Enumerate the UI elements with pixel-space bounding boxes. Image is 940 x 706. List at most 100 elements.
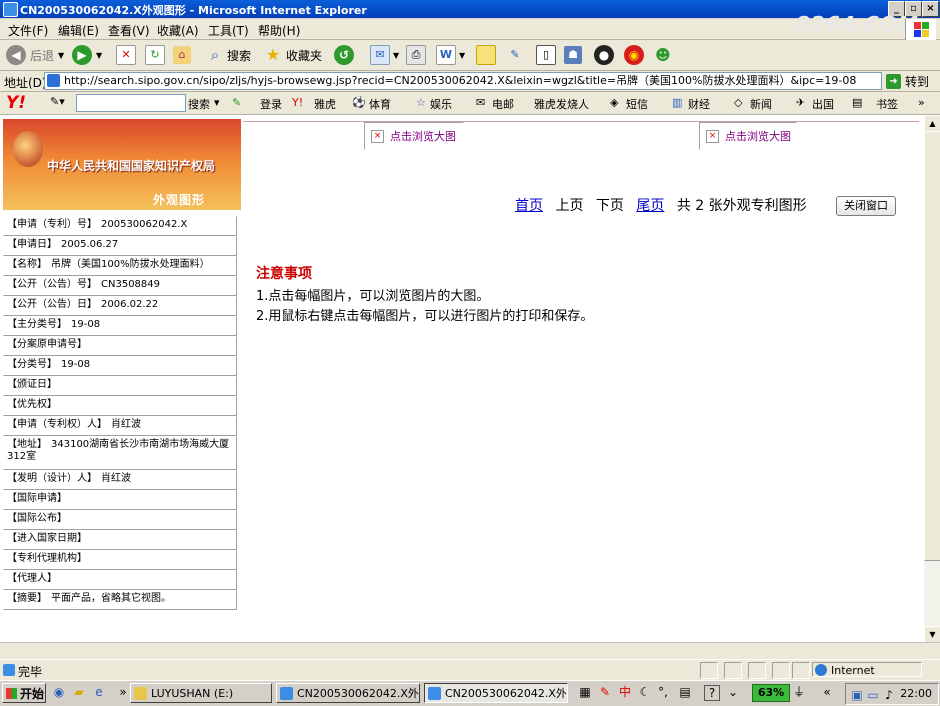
- close-button[interactable]: ×: [922, 1, 939, 17]
- monitor-icon[interactable]: ▭: [866, 688, 880, 702]
- start-button[interactable]: 开始: [2, 683, 46, 703]
- detail-row: 【优先权】: [3, 396, 237, 416]
- menu-view[interactable]: 查看(V): [108, 22, 150, 39]
- punct-icon[interactable]: °,: [656, 685, 670, 699]
- history-button[interactable]: ↺: [334, 44, 354, 66]
- address-label: 地址(D): [4, 76, 47, 90]
- news-icon: ◇: [734, 96, 743, 109]
- yahoo-search-button[interactable]: 搜索: [188, 96, 210, 112]
- yahoo-item-bookmarks[interactable]: 书签: [876, 96, 898, 112]
- yahoo-logo[interactable]: Y!: [6, 93, 26, 113]
- back-button[interactable]: ◀ 后退 ▼: [6, 44, 64, 66]
- help-icon[interactable]: ?: [704, 685, 720, 701]
- image-link-2[interactable]: × 点击浏览大图: [699, 122, 797, 150]
- qq-button[interactable]: ●: [594, 44, 614, 66]
- pager-prev: 上页: [555, 198, 584, 214]
- network-icon[interactable]: ▣: [850, 688, 864, 702]
- image-link-2-label: 点击浏览大图: [725, 130, 791, 143]
- detail-key: 【国际申请】: [7, 493, 67, 504]
- edit-button[interactable]: W ▼: [436, 44, 465, 66]
- highlight-icon[interactable]: ✎: [232, 96, 241, 109]
- sipo-banner: 中华人民共和国国家知识产权局 外观图形: [3, 119, 241, 210]
- overflow-chevron-icon[interactable]: »: [918, 96, 925, 109]
- detail-key: 【名称】: [7, 259, 47, 270]
- mobile-button[interactable]: ▯: [536, 44, 556, 66]
- bookmark-icon: ▤: [852, 96, 863, 109]
- quicklaunch-ie-icon[interactable]: ◉: [52, 685, 66, 699]
- task-ie-1[interactable]: CN200530062042.X外...: [276, 683, 420, 703]
- horizontal-scrollbar[interactable]: [0, 642, 940, 659]
- power-plug-icon[interactable]: ⏚: [792, 685, 806, 699]
- scroll-thumb[interactable]: [924, 131, 940, 561]
- image-link-1[interactable]: × 点击浏览大图: [364, 122, 464, 150]
- softkeyboard-icon[interactable]: ▤: [678, 685, 692, 699]
- yahoo-item-entertainment[interactable]: 娱乐: [430, 96, 452, 112]
- yahoo-item-sports[interactable]: 体育: [369, 96, 391, 112]
- go-label: 转到: [905, 75, 930, 89]
- detail-value: 平面产品，省略其它视图。: [51, 593, 171, 604]
- address-input[interactable]: http://search.sipo.gov.cn/sipo/zljs/hyjs…: [44, 72, 882, 90]
- yahoo-item-finance[interactable]: 财经: [688, 96, 710, 112]
- mail-button[interactable]: ✉ ▼: [370, 44, 399, 66]
- scroll-up-arrow-icon[interactable]: ▲: [924, 115, 940, 132]
- printer-icon: ⎙: [406, 45, 426, 65]
- forward-button[interactable]: ▶ ▼: [72, 44, 102, 66]
- go-button[interactable]: ➜ 转到: [886, 73, 929, 90]
- ime-icon[interactable]: ✎: [598, 685, 612, 699]
- yahoo-item-sms[interactable]: 短信: [626, 96, 648, 112]
- menu-icon[interactable]: ⌄: [726, 685, 740, 699]
- chevron-down-icon: ▼: [459, 50, 466, 60]
- messenger-button[interactable]: ☗: [564, 44, 582, 66]
- app-red-button[interactable]: ◉: [624, 44, 644, 66]
- quicklaunch-ie2-icon[interactable]: e: [92, 685, 106, 699]
- favorites-button[interactable]: ★ 收藏夹: [264, 44, 322, 66]
- task-ie-2[interactable]: CN200530062042.X外...: [424, 683, 568, 703]
- pager-first[interactable]: 首页: [515, 198, 543, 214]
- yahoo-item-mail[interactable]: 电邮: [492, 96, 514, 112]
- vertical-scrollbar[interactable]: ▲ ▼: [924, 115, 940, 643]
- tray-collapse-icon[interactable]: «: [820, 685, 834, 699]
- menu-help[interactable]: 帮助(H): [258, 22, 300, 39]
- yahoo-item-news[interactable]: 新闻: [750, 96, 772, 112]
- folder-icon: [134, 687, 147, 700]
- task-explorer[interactable]: LUYUSHAN (E:): [130, 683, 272, 703]
- detail-row: 【发明（设计）人】 肖红波: [3, 470, 237, 490]
- detail-value: 肖红波: [111, 419, 141, 430]
- scroll-down-arrow-icon[interactable]: ▼: [924, 626, 940, 643]
- research-button[interactable]: ✎: [506, 44, 524, 66]
- menu-file[interactable]: 文件(F): [8, 22, 48, 39]
- menu-favorites[interactable]: 收藏(A): [157, 22, 199, 39]
- yahoo-item-fans[interactable]: 雅虎发烧人: [534, 96, 589, 112]
- pencil-icon[interactable]: ✎▾: [50, 95, 65, 108]
- print-button[interactable]: ⎙: [406, 44, 426, 66]
- battery-indicator[interactable]: 63%: [752, 684, 790, 702]
- close-window-button[interactable]: 关闭窗口: [836, 196, 896, 216]
- zone-label: Internet: [831, 664, 875, 677]
- chevron-down-icon: ▼: [58, 50, 65, 60]
- menu-edit[interactable]: 编辑(E): [58, 22, 99, 39]
- msn-button[interactable]: ☻: [654, 44, 672, 66]
- search-button[interactable]: ⌕ 搜索: [206, 44, 251, 66]
- chevron-down-icon[interactable]: ▾: [214, 96, 220, 109]
- yahoo-login[interactable]: 登录: [260, 96, 282, 112]
- quicklaunch-overflow-icon[interactable]: »: [116, 685, 130, 699]
- refresh-button[interactable]: ↻: [145, 44, 165, 66]
- yahoo-search-input[interactable]: [76, 94, 186, 112]
- detail-key: 【优先权】: [7, 399, 57, 410]
- quicklaunch-folder-icon[interactable]: ▰: [72, 685, 86, 699]
- keyboard-icon[interactable]: ▦: [578, 685, 592, 699]
- page-content: 中华人民共和国国家知识产权局 外观图形 【申请（专利）号】 20053006204…: [0, 115, 924, 642]
- detail-value: 2005.06.27: [61, 239, 119, 250]
- notes-button[interactable]: [476, 44, 496, 66]
- detail-key: 【主分类号】: [7, 319, 67, 330]
- home-button[interactable]: ⌂: [173, 44, 191, 66]
- yahoo-item-abroad[interactable]: 出国: [812, 96, 834, 112]
- volume-icon[interactable]: ♪: [882, 688, 896, 702]
- pager-last[interactable]: 尾页: [636, 198, 664, 214]
- yahoo-item-yahoo[interactable]: 雅虎: [314, 96, 336, 112]
- menu-tools[interactable]: 工具(T): [208, 22, 249, 39]
- moon-icon[interactable]: ☾: [638, 685, 652, 699]
- ime-chinese-icon[interactable]: 中: [618, 685, 632, 699]
- stop-button[interactable]: ✕: [116, 44, 136, 66]
- detail-value: 200530062042.X: [101, 219, 188, 230]
